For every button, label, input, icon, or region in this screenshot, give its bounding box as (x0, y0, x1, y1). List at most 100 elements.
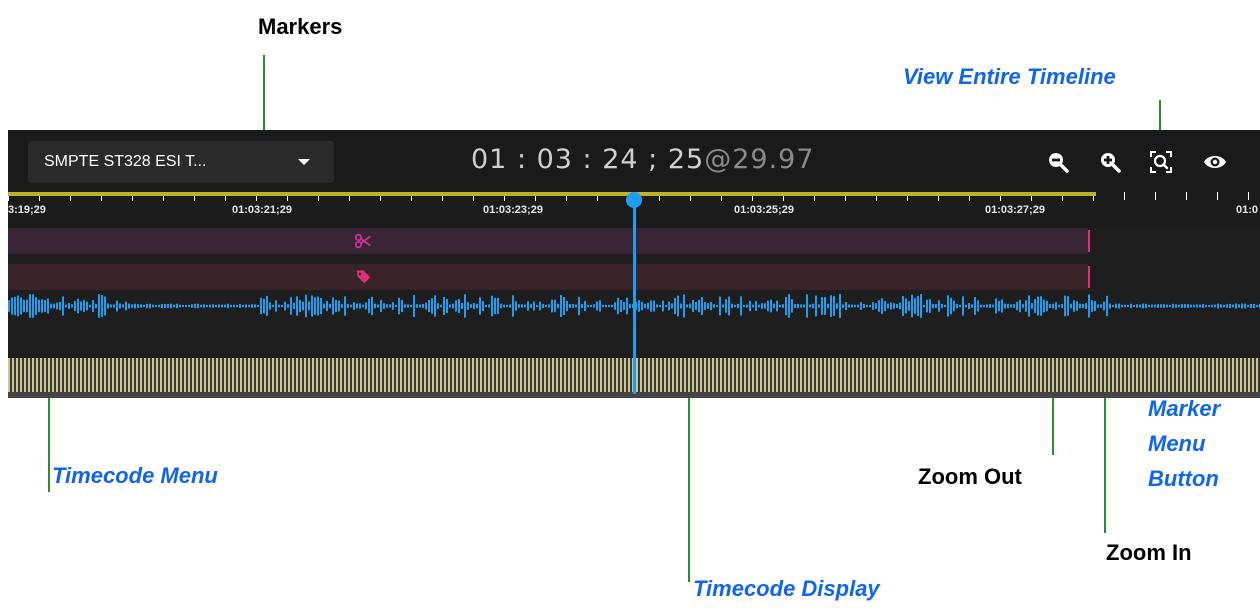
waveform-bar (164, 303, 166, 309)
waveform-bar (365, 302, 367, 310)
view-entire-timeline-button[interactable] (1149, 150, 1173, 174)
waveform-bar (335, 299, 337, 313)
waveform-bar (26, 299, 28, 313)
waveform-bar (839, 294, 841, 318)
waveform-bar (863, 303, 865, 309)
waveform-bar (671, 303, 673, 309)
waveform-bar (980, 304, 982, 308)
waveform-bar (482, 301, 484, 311)
waveform-bar (281, 304, 283, 308)
waveform-bar (68, 303, 70, 309)
waveform-bar (797, 303, 799, 309)
waveform-bar (41, 299, 43, 313)
zoom-in-button[interactable] (1098, 150, 1122, 174)
waveform-bar (440, 304, 442, 308)
waveform-bar (1043, 299, 1045, 313)
playhead-handle[interactable] (626, 192, 642, 208)
waveform-bar (380, 299, 382, 313)
waveform-bar (368, 298, 370, 314)
waveform-bar (257, 304, 259, 308)
waveform-bar (917, 295, 919, 317)
fit-timeline-icon (1150, 151, 1172, 173)
waveform-bar (458, 299, 460, 313)
marker-menu-button-callout-1: Marker (1148, 396, 1221, 421)
waveform-bar (845, 301, 847, 311)
waveform-bar (842, 304, 844, 308)
ruler-tick (442, 196, 443, 201)
ruler-range-band (8, 192, 1096, 196)
waveform-bar (1007, 303, 1009, 309)
waveform-bar (983, 304, 985, 308)
waveform-bar (824, 297, 826, 315)
zoom-in-icon (1101, 153, 1121, 173)
waveform-bar (593, 304, 595, 308)
waveform-bar (893, 303, 895, 309)
waveform-bar (542, 304, 544, 308)
marker-menu-button[interactable] (1203, 150, 1227, 174)
waveform-bar (1103, 301, 1105, 311)
waveform-bar (1172, 303, 1174, 309)
waveform-bar (176, 303, 178, 309)
waveform-bar (161, 303, 163, 309)
waveform-bar (608, 304, 610, 308)
ruler-label: 01:03:21;29 (232, 204, 292, 216)
ruler-tick (783, 196, 784, 201)
waveform-bar (938, 300, 940, 312)
waveform-bar (1142, 303, 1144, 309)
waveform-bar (455, 300, 457, 312)
waveform-bar (1070, 303, 1072, 309)
scissors-icon[interactable] (354, 232, 372, 250)
waveform-bar (929, 299, 931, 313)
waveform-bar (872, 302, 874, 310)
waveform-bar (1241, 303, 1243, 309)
ruler-tick (814, 196, 815, 201)
waveform-bar (986, 304, 988, 308)
tag-marker-track[interactable] (8, 264, 1090, 290)
waveform-bar (1148, 304, 1150, 308)
waveform-bar (1217, 303, 1219, 309)
waveform-bar (734, 304, 736, 308)
waveform-bar (785, 296, 787, 316)
waveform-bar (905, 298, 907, 314)
waveform-bar (884, 300, 886, 312)
zoom-out-button[interactable] (1046, 150, 1070, 174)
waveform-bar (530, 304, 532, 308)
waveform-bar (611, 304, 613, 308)
waveform-bar (230, 304, 232, 308)
timeline-toolbar: SMPTE ST328 ESI T... 01 : 03 : 24 ; 25@2… (8, 130, 1260, 192)
waveform-bar (830, 295, 832, 317)
waveform-bar (812, 303, 814, 309)
waveform-bar (317, 296, 319, 316)
waveform-bar (59, 301, 61, 311)
waveform-bar (170, 303, 172, 309)
waveform-bar (866, 304, 868, 308)
waveform-bar (1022, 304, 1024, 308)
playhead-line (633, 198, 636, 394)
edit-marker-track[interactable] (8, 228, 1090, 254)
ruler-tick (411, 196, 412, 201)
waveform-bar (923, 304, 925, 308)
waveform-bar (620, 299, 622, 313)
waveform-bar (1028, 295, 1030, 317)
waveform-bar (92, 300, 94, 312)
waveform-bar (1025, 300, 1027, 312)
waveform-bar (1175, 304, 1177, 308)
waveform-bar (731, 303, 733, 309)
tag-icon[interactable] (355, 268, 372, 285)
waveform-bar (191, 304, 193, 308)
waveform-bar (329, 303, 331, 309)
waveform-bar (1220, 304, 1222, 308)
waveform-bar (968, 303, 970, 309)
waveform-bar (854, 304, 856, 308)
waveform-bar (203, 304, 205, 308)
waveform-bar (599, 300, 601, 312)
timecode-menu-dropdown[interactable]: SMPTE ST328 ESI T... (28, 141, 334, 183)
waveform-bar (1187, 304, 1189, 308)
waveform-bar (374, 303, 376, 309)
waveform-bar (746, 304, 748, 308)
waveform-bar (512, 295, 514, 317)
waveform-bar (572, 304, 574, 308)
waveform-bar (1124, 304, 1126, 308)
waveform-bar (935, 304, 937, 308)
ruler-tick (1248, 192, 1249, 200)
